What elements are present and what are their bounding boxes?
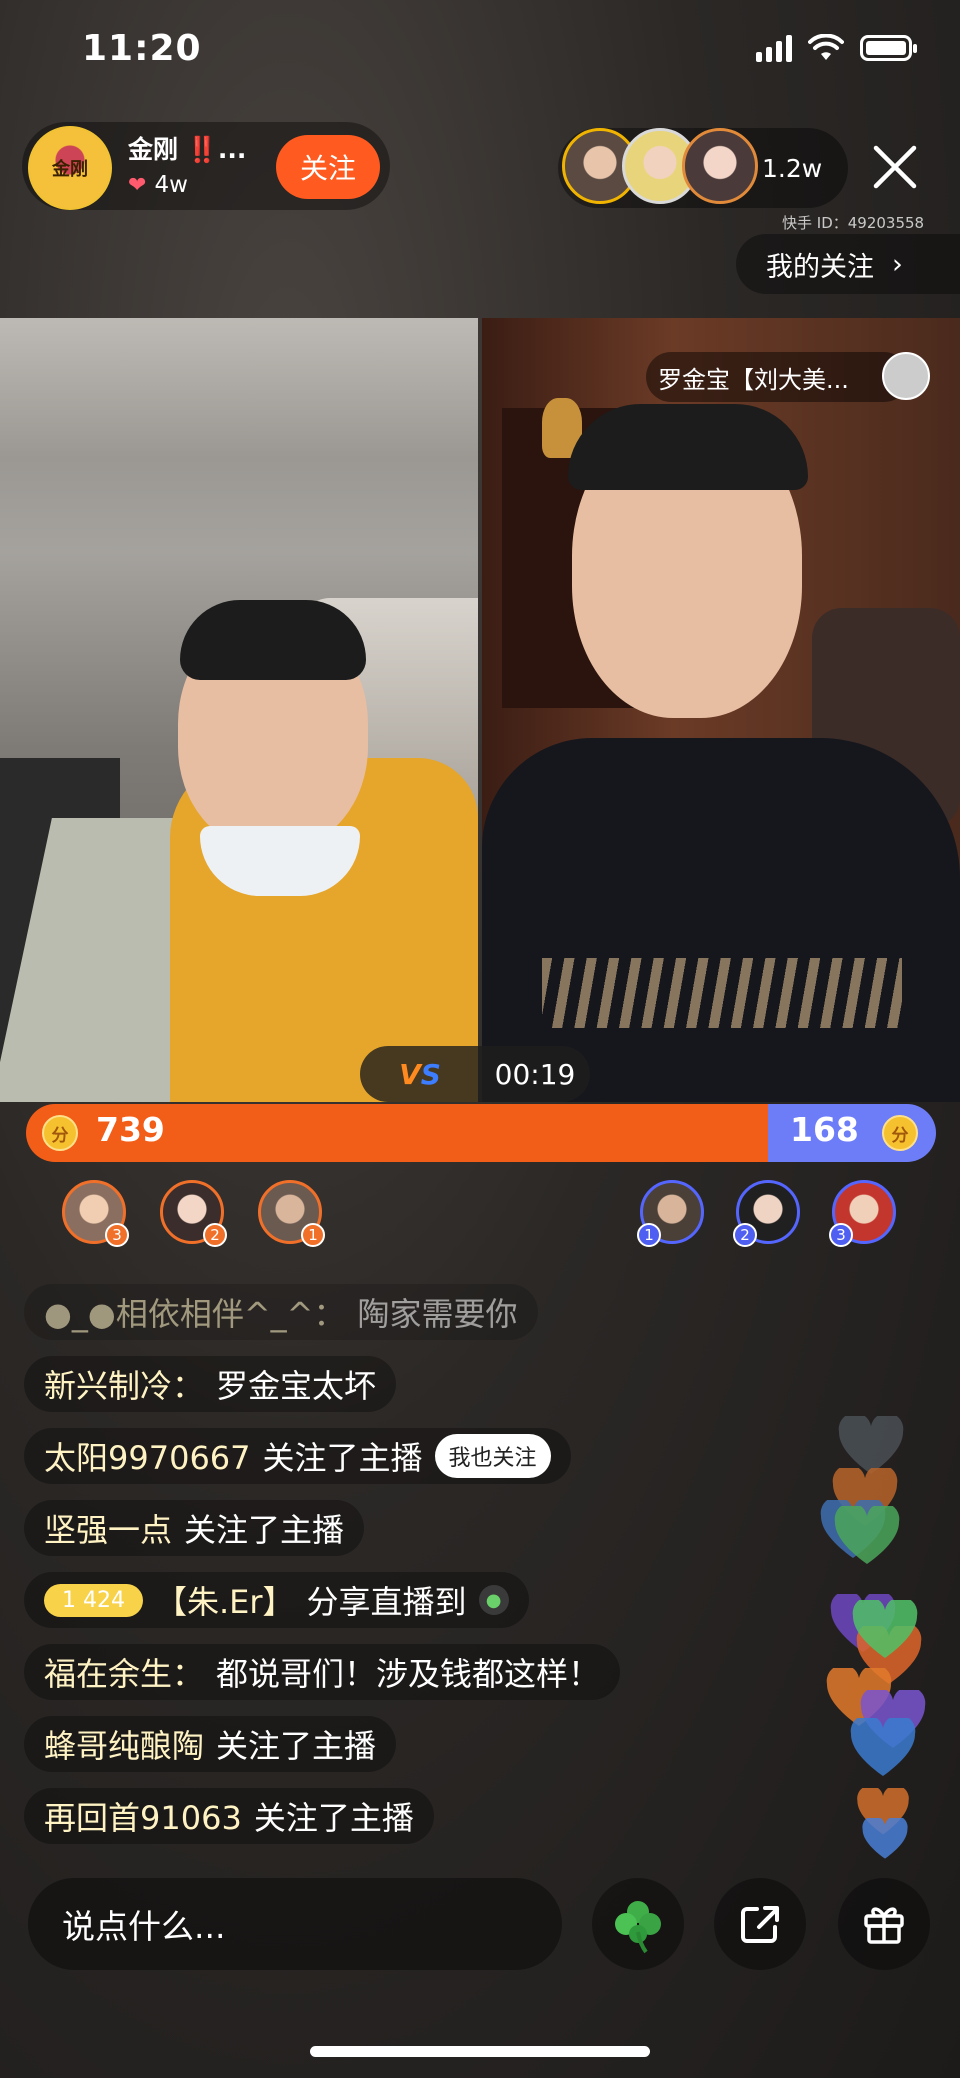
comment-text: 关注了主播 — [262, 1439, 423, 1477]
close-icon[interactable] — [868, 140, 922, 194]
floating-heart-icon — [838, 1412, 904, 1476]
battery-icon — [860, 35, 917, 61]
comment-item[interactable]: 再回首91063 关注了主播 — [24, 1788, 434, 1844]
comment-text: 关注了主播 — [184, 1511, 345, 1549]
rank-number: 2 — [203, 1223, 227, 1247]
host-likes: ❤ 4w — [128, 172, 188, 198]
right-rank-avatar[interactable]: 1 — [637, 1180, 704, 1247]
user-level-badge: 1 424 — [44, 1583, 143, 1617]
right-rank-avatar[interactable]: 2 — [733, 1180, 800, 1247]
gift-icon — [864, 1907, 904, 1944]
comment-user: 太阳9970667 — [44, 1439, 251, 1477]
left-rank-avatar[interactable]: 3 — [62, 1180, 129, 1247]
rank-number: 1 — [301, 1223, 325, 1247]
clover-icon — [615, 1901, 661, 1954]
comment-user: 福在余生： — [44, 1655, 205, 1693]
comment-text: 分享直播到 — [306, 1583, 467, 1621]
comment-item[interactable]: 1 424 【朱.Er】 分享直播到 ● — [24, 1572, 529, 1628]
points-coin-icon: 分 — [882, 1115, 918, 1151]
comment-text: 陶家需要你 — [357, 1295, 518, 1333]
comment-user: 再回首91063 — [44, 1799, 242, 1837]
left-rank-avatar[interactable]: 2 — [160, 1180, 227, 1247]
comment-user: ●_●相依相伴^_^： — [44, 1295, 346, 1333]
comment-user: 【朱.Er】 — [154, 1583, 295, 1621]
host-name: 金刚 ‼️... — [128, 135, 247, 164]
opponent-avatar[interactable] — [882, 352, 930, 400]
comment-item[interactable]: 太阳9970667 关注了主播 我也关注 — [24, 1428, 571, 1484]
status-time: 11:20 — [82, 28, 202, 69]
host-avatar[interactable]: 金刚 — [28, 126, 112, 210]
shirt-print — [542, 958, 902, 1028]
comment-item[interactable]: ●_●相依相伴^_^： 陶家需要你 — [24, 1284, 538, 1340]
right-rank-avatar[interactable]: 3 — [829, 1180, 896, 1247]
wifi-icon — [808, 34, 844, 60]
floating-heart-icon — [850, 1714, 916, 1778]
host-video-panel[interactable] — [0, 318, 478, 1102]
comment-user: 坚强一点 — [44, 1511, 173, 1549]
chevron-right-icon: › — [892, 248, 903, 280]
status-icons — [756, 34, 917, 62]
floating-heart-icon — [834, 1502, 900, 1566]
comment-text: 关注了主播 — [216, 1727, 377, 1765]
comment-item[interactable]: 坚强一点 关注了主播 — [24, 1500, 365, 1556]
comment-text: 罗金宝太坏 — [216, 1367, 377, 1405]
host-likes-count: 4w — [154, 172, 188, 198]
rank-number: 1 — [637, 1223, 661, 1247]
vs-badge: VS — [360, 1046, 480, 1102]
share-button[interactable] — [714, 1878, 806, 1970]
car-ceiling — [0, 318, 478, 458]
my-follow-button[interactable]: 我的关注 › — [736, 234, 960, 294]
rank-number: 2 — [733, 1223, 757, 1247]
floating-heart-icon — [852, 1596, 918, 1660]
home-indicator — [310, 2046, 650, 2057]
opponent-video-panel[interactable] — [482, 318, 960, 1102]
opponent-name-tag[interactable]: 罗金宝【刘大美... — [646, 352, 909, 402]
kwai-id: 快手 ID：49203558 — [782, 214, 925, 232]
rank-number: 3 — [105, 1223, 129, 1247]
share-icon — [741, 1906, 779, 1943]
left-rank-avatar[interactable]: 1 — [258, 1180, 325, 1247]
gift-button[interactable] — [838, 1878, 930, 1970]
host-hair — [180, 600, 366, 680]
my-follow-label: 我的关注 — [766, 251, 874, 283]
right-score: 168 — [790, 1110, 859, 1149]
heart-icon: ❤ — [128, 172, 147, 198]
follow-button[interactable]: 关注 — [276, 135, 380, 199]
comment-item[interactable]: 福在余生： 都说哥们！涉及钱都这样！ — [24, 1644, 621, 1700]
points-coin-icon: 分 — [42, 1115, 78, 1151]
comment-user: 蜂哥纯酿陶 — [44, 1727, 205, 1765]
clover-button[interactable] — [592, 1878, 684, 1970]
viewer-avatar[interactable] — [682, 128, 758, 204]
comment-input[interactable]: 说点什么... — [28, 1878, 562, 1970]
pk-timer: 00:19 — [480, 1046, 590, 1102]
wechat-icon: ● — [478, 1585, 509, 1615]
rank-number: 3 — [829, 1223, 853, 1247]
comment-user: 新兴制冷： — [44, 1367, 205, 1405]
cellular-signal-icon — [756, 34, 792, 62]
comment-text: 都说哥们！涉及钱都这样！ — [216, 1655, 601, 1693]
opponent-hair — [568, 404, 808, 490]
follow-too-button[interactable]: 我也关注 — [434, 1434, 551, 1478]
comment-item[interactable]: 新兴制冷： 罗金宝太坏 — [24, 1356, 397, 1412]
viewer-count: 1.2w — [762, 154, 823, 183]
floating-heart-icon — [862, 1815, 908, 1860]
comment-item[interactable]: 蜂哥纯酿陶 关注了主播 — [24, 1716, 397, 1772]
comment-text: 关注了主播 — [253, 1799, 414, 1837]
left-score: 739 — [96, 1110, 165, 1149]
